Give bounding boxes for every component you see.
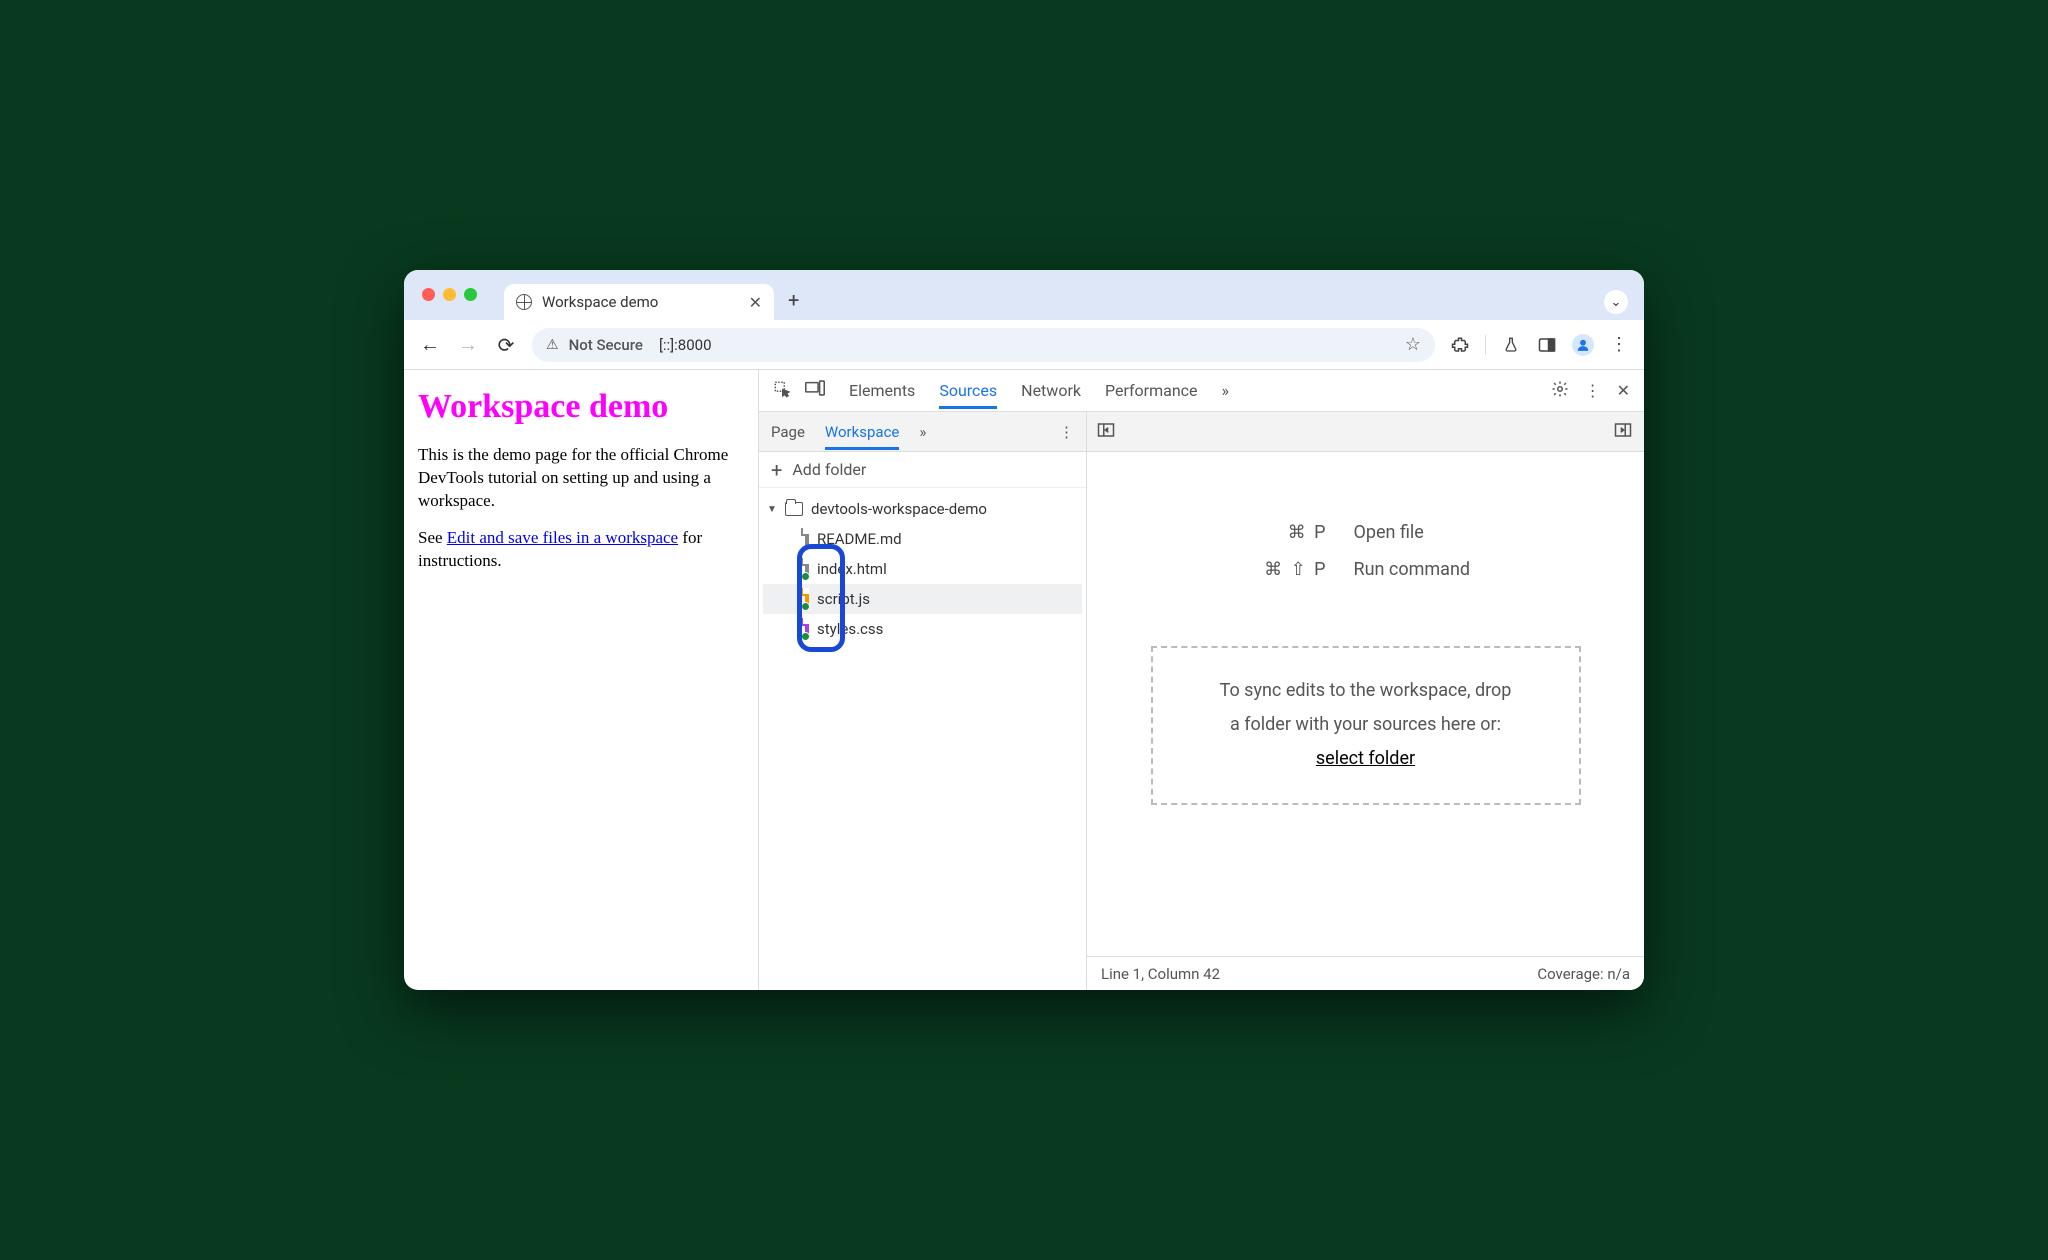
shortcut-run-command: ⌘ ⇧ P Run command	[1228, 559, 1504, 580]
file-icon	[805, 558, 809, 580]
shortcut-label: Open file	[1354, 522, 1504, 543]
browser-menu-button[interactable]: ⋮	[1608, 334, 1630, 356]
sources-sidebar: Page Workspace » ⋮ + Add folder ▼	[759, 412, 1087, 990]
sync-dot-icon	[801, 572, 810, 581]
browser-tab[interactable]: Workspace demo ✕	[504, 284, 774, 320]
devtools-tabbar: Elements Sources Network Performance » ⋮…	[759, 370, 1644, 412]
tree-file-readme[interactable]: README.md	[763, 524, 1082, 554]
forward-button[interactable]: →	[456, 332, 480, 357]
extensions-button[interactable]	[1449, 334, 1471, 356]
file-icon	[805, 528, 809, 550]
file-name: styles.css	[817, 620, 883, 638]
editor-empty-state: ⌘ P Open file ⌘ ⇧ P Run command To sync …	[1087, 452, 1644, 956]
not-secure-label: Not Secure	[569, 336, 643, 354]
editor-statusbar: Line 1, Column 42 Coverage: n/a	[1087, 956, 1644, 990]
folder-name: devtools-workspace-demo	[811, 500, 987, 518]
window-controls	[422, 288, 477, 301]
workspace-dropzone[interactable]: To sync edits to the workspace, drop a f…	[1151, 646, 1581, 805]
url-text: [::]:8000	[659, 336, 712, 354]
new-tab-button[interactable]: +	[788, 288, 799, 312]
tab-performance[interactable]: Performance	[1105, 372, 1198, 409]
folder-icon	[785, 502, 803, 516]
sync-dot-icon	[801, 632, 810, 641]
select-folder-link[interactable]: select folder	[1316, 748, 1415, 769]
dropzone-text-1: To sync edits to the workspace, drop	[1183, 674, 1549, 708]
file-icon	[805, 618, 809, 640]
settings-button[interactable]	[1551, 380, 1569, 402]
close-window-button[interactable]	[422, 288, 435, 301]
editor-pane: ⌘ P Open file ⌘ ⇧ P Run command To sync …	[1087, 412, 1644, 990]
rendered-page: Workspace demo This is the demo page for…	[404, 370, 759, 990]
close-tab-button[interactable]: ✕	[749, 293, 762, 312]
minimize-window-button[interactable]	[443, 288, 456, 301]
close-devtools-button[interactable]: ✕	[1617, 381, 1630, 400]
tree-file-script[interactable]: script.js	[763, 584, 1082, 614]
sidebar-tab-page[interactable]: Page	[771, 414, 805, 450]
sidebar-menu-button[interactable]: ⋮	[1059, 423, 1074, 441]
labs-button[interactable]	[1500, 334, 1522, 356]
tab-list-button[interactable]: ⌄	[1604, 290, 1628, 314]
page-heading: Workspace demo	[418, 388, 744, 426]
add-folder-label: Add folder	[792, 460, 866, 479]
show-navigator-button[interactable]	[1097, 422, 1117, 442]
inspect-element-button[interactable]	[773, 380, 793, 402]
tab-elements[interactable]: Elements	[849, 372, 915, 409]
shortcut-keys: ⌘ P	[1228, 522, 1328, 543]
profile-button[interactable]	[1572, 334, 1594, 356]
show-debugger-button[interactable]	[1614, 422, 1634, 442]
sidebar-more-tabs-button[interactable]: »	[919, 423, 926, 441]
tab-sources[interactable]: Sources	[939, 372, 997, 409]
maximize-window-button[interactable]	[464, 288, 477, 301]
file-name: README.md	[817, 530, 902, 548]
sources-sidebar-tabs: Page Workspace » ⋮	[759, 412, 1086, 452]
sync-dot-icon	[801, 602, 810, 611]
side-panel-button[interactable]	[1536, 334, 1558, 356]
plus-icon: +	[771, 458, 782, 482]
shortcut-label: Run command	[1354, 559, 1504, 580]
reload-button[interactable]: ⟳	[494, 333, 518, 357]
tree-file-index[interactable]: index.html	[763, 554, 1082, 584]
content-area: Workspace demo This is the demo page for…	[404, 370, 1644, 990]
tab-strip: Workspace demo ✕ + ⌄	[404, 270, 1644, 320]
devtools-body: Page Workspace » ⋮ + Add folder ▼	[759, 412, 1644, 990]
bookmark-button[interactable]: ☆	[1405, 334, 1421, 355]
page-paragraph-1: This is the demo page for the official C…	[418, 444, 744, 513]
shortcut-open-file: ⌘ P Open file	[1228, 522, 1504, 543]
file-icon	[805, 588, 809, 610]
back-button[interactable]: ←	[418, 332, 442, 357]
tab-network[interactable]: Network	[1021, 372, 1081, 409]
browser-window: Workspace demo ✕ + ⌄ ← → ⟳ ⚠ Not Secure …	[404, 270, 1644, 990]
tree-folder[interactable]: ▼ devtools-workspace-demo	[763, 494, 1082, 524]
sidebar-tab-workspace[interactable]: Workspace	[825, 414, 899, 450]
globe-icon	[516, 294, 532, 310]
page-paragraph-2: See Edit and save files in a workspace f…	[418, 527, 744, 573]
warning-icon: ⚠	[546, 337, 559, 353]
dropzone-text-2: a folder with your sources here or:	[1183, 708, 1549, 742]
tree-file-styles[interactable]: styles.css	[763, 614, 1082, 644]
more-tabs-button[interactable]: »	[1222, 381, 1230, 400]
address-bar[interactable]: ⚠ Not Secure [::]:8000 ☆	[532, 328, 1435, 362]
file-name: index.html	[817, 560, 887, 578]
editor-tabbar	[1087, 412, 1644, 452]
disclosure-triangle-icon: ▼	[767, 504, 777, 515]
file-tree: ▼ devtools-workspace-demo README.md inde…	[759, 488, 1086, 990]
tab-title: Workspace demo	[542, 293, 658, 311]
device-toolbar-button[interactable]	[805, 380, 825, 402]
shortcut-keys: ⌘ ⇧ P	[1228, 559, 1328, 580]
devtools-panel: Elements Sources Network Performance » ⋮…	[759, 370, 1644, 990]
file-name: script.js	[817, 590, 870, 608]
separator	[1485, 335, 1486, 355]
cursor-position: Line 1, Column 42	[1101, 965, 1220, 983]
add-folder-button[interactable]: + Add folder	[759, 452, 1086, 488]
tutorial-link[interactable]: Edit and save files in a workspace	[447, 528, 678, 547]
browser-toolbar: ← → ⟳ ⚠ Not Secure [::]:8000 ☆ ⋮	[404, 320, 1644, 370]
devtools-menu-button[interactable]: ⋮	[1585, 381, 1601, 400]
coverage-status: Coverage: n/a	[1537, 965, 1630, 983]
